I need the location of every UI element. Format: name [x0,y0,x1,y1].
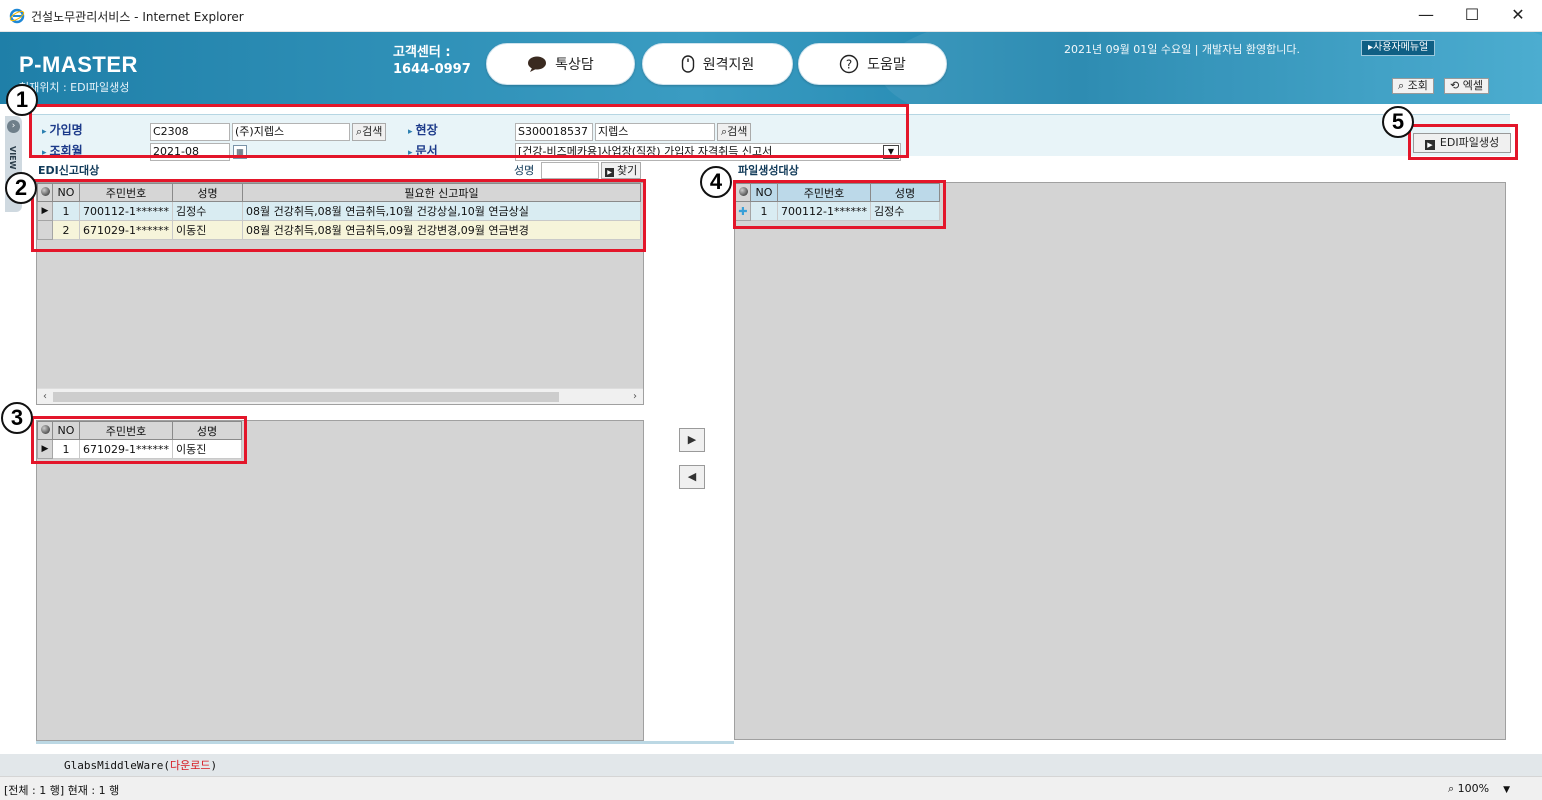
middleware-end: ) [210,759,218,772]
window-title: 건설노무관리서비스 - Internet Explorer [31,10,244,24]
chat-consult-button[interactable]: 톡상담 [486,43,635,85]
annotation-box-3 [31,416,247,464]
annotation-box-1 [29,104,909,158]
help-button[interactable]: ? 도움말 [798,43,947,85]
view-tab-label: VIEW [8,146,17,170]
remote-support-label: 원격지원 [702,57,755,73]
excel-label: 엑셀 [1462,79,1483,92]
annotation-badge-1: 1 [6,84,38,116]
annotation-box-5 [1408,124,1518,160]
excel-button[interactable]: ⟲ 엑셀 [1444,78,1489,94]
user-manual-button[interactable]: ▸사용자메뉴얼 [1361,40,1436,56]
middleware-bar: GlabsMiddleWare(다운로드) [0,754,1542,776]
move-right-button[interactable]: ▶ [679,428,705,452]
annotation-box-4 [733,180,946,229]
find-label: 찾기 [617,164,638,177]
magnifier-icon: ⌕ [1398,79,1408,92]
window-titlebar: 건설노무관리서비스 - Internet Explorer — ☐ ✕ [0,0,1542,32]
row-status: [전체 : 1 행] 현재 : 1 행 [4,784,120,797]
move-left-button[interactable]: ◀ [679,465,705,489]
customer-center: 고객센터 : 1644-0997 [393,44,471,78]
name-filter-input[interactable] [541,162,599,179]
triangle-left-icon: ◀ [687,470,697,483]
chevron-down-icon: ▼ [1503,785,1511,795]
zoom-icon: ⌕ [1448,782,1458,795]
triangle-right-icon: ▶ [687,433,697,446]
status-bar: [전체 : 1 행] 현재 : 1 행 ⌕ 100% ▼ [0,776,1542,800]
internet-explorer-icon [9,8,25,24]
query-button[interactable]: ⌕ 조회 [1392,78,1434,94]
help-label: 도움말 [867,57,906,73]
chevron-right-icon[interactable]: › [627,389,643,405]
svg-text:?: ? [846,58,852,72]
work-area: › VIEW 가입명 C2308 (주)지렙스 ⌕검색 조회월 2021-08 … [0,84,1542,754]
welcome-message: 2021년 09월 01일 수요일 | 개발자님 환영합니다. [1064,43,1300,56]
chevron-left-icon[interactable]: ‹ [37,389,53,405]
annotation-badge-5: 5 [1382,106,1414,138]
zoom-control[interactable]: ⌕ 100% ▼ [1448,782,1510,796]
cs-phone: 1644-0997 [393,62,471,77]
brand-logo[interactable]: P-MASTER [19,52,138,78]
file-targets-grid [734,182,1506,740]
annotation-box-2 [31,179,646,252]
query-label: 조회 [1407,79,1428,92]
detail-grid [36,420,644,741]
zoom-level: 100% [1457,782,1490,795]
app-header: P-MASTER 현재위치 : EDI파일생성 고객센터 : 1644-0997… [0,32,1542,104]
annotation-badge-4: 4 [700,166,732,198]
minimize-button[interactable]: — [1403,0,1449,32]
find-button[interactable]: ▶ 찾기 [601,162,642,179]
annotation-badge-3: 3 [1,402,33,434]
arrow-right-icon: ▶ [605,168,614,177]
edi-targets-title: EDI신고대상 [38,164,100,177]
horizontal-scrollbar[interactable]: ‹ › [37,388,643,404]
name-filter-label: 성명 [514,164,535,177]
maximize-button[interactable]: ☐ [1449,0,1495,32]
close-button[interactable]: ✕ [1495,0,1541,32]
chat-consult-label: 톡상담 [555,57,594,73]
download-link[interactable]: 다운로드 [170,759,210,772]
mouse-icon [681,55,694,73]
annotation-badge-2: 2 [5,172,37,204]
cs-label: 고객센터 : [393,45,451,60]
excel-icon: ⟲ [1450,79,1463,92]
footer-divider [36,741,734,744]
chevron-right-icon: › [7,120,20,133]
middleware-text: GlabsMiddleWare(다운로드) [64,757,217,773]
question-icon: ? [839,54,859,74]
file-targets-title: 파일생성대상 [738,164,799,177]
scroll-thumb[interactable] [53,392,559,402]
remote-support-button[interactable]: 원격지원 [642,43,793,85]
middleware-name: GlabsMiddleWare( [64,759,170,772]
speech-bubble-icon [528,56,547,72]
